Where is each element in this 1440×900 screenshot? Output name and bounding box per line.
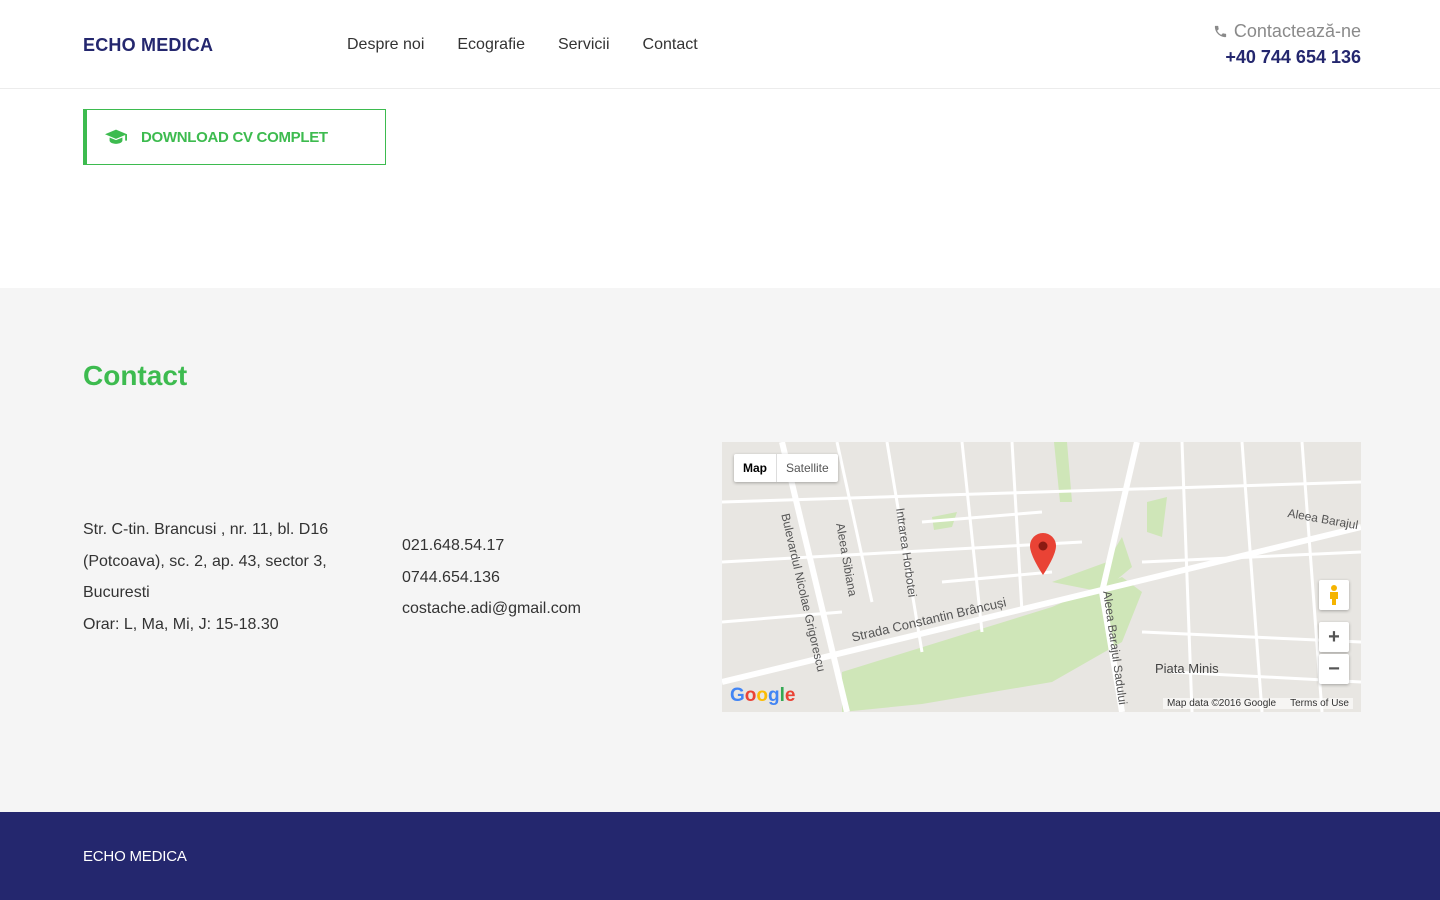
google-logo[interactable]: Google: [730, 685, 795, 707]
footer-logo[interactable]: ECHO MEDICA: [83, 848, 187, 865]
site-footer: ECHO MEDICA: [0, 812, 1440, 900]
terms-of-use-link[interactable]: Terms of Use: [1290, 698, 1349, 709]
zoom-in-button[interactable]: +: [1319, 622, 1349, 652]
download-cv-button[interactable]: DOWNLOAD CV COMPLET: [83, 109, 386, 165]
phone-landline[interactable]: 021.648.54.17: [402, 530, 581, 562]
contact-phones: 021.648.54.17 0744.654.136 costache.adi@…: [402, 530, 581, 625]
map-marker-icon: [1030, 533, 1056, 575]
address-line: Str. C-tin. Brancusi , nr. 11, bl. D16: [83, 521, 329, 538]
header-contact: Contactează-ne +40 744 654 136: [1213, 21, 1361, 68]
map-type-satellite[interactable]: Satellite: [776, 454, 838, 482]
phone-mobile[interactable]: 0744.654.136: [402, 562, 581, 594]
street-view-pegman-icon[interactable]: [1319, 580, 1349, 610]
address-line: Bucuresti: [83, 584, 150, 601]
google-map[interactable]: Map Satellite Bulevardul Nicolae Grigore…: [722, 442, 1361, 712]
header-phone[interactable]: +40 744 654 136: [1213, 47, 1361, 68]
map-type-map[interactable]: Map: [734, 454, 776, 482]
site-logo[interactable]: ECHO MEDICA: [83, 35, 213, 56]
schedule-line: Orar: L, Ma, Mi, J: 15-18.30: [83, 615, 279, 633]
main-nav: Despre noi Ecografie Servicii Contact: [347, 36, 731, 54]
map-data-credit: Map data ©2016 Google: [1166, 698, 1277, 709]
email-link[interactable]: costache.adi@gmail.com: [402, 593, 581, 625]
nav-despre-noi[interactable]: Despre noi: [347, 36, 424, 54]
contact-label: Contactează-ne: [1233, 21, 1361, 41]
place-label: Piata Minis: [1155, 661, 1219, 676]
map-type-control: Map Satellite: [734, 454, 838, 482]
zoom-out-button[interactable]: −: [1319, 654, 1349, 684]
phone-icon: [1214, 25, 1227, 38]
nav-servicii[interactable]: Servicii: [558, 36, 610, 54]
contact-title: Contact: [83, 360, 188, 391]
download-cv-label: DOWNLOAD CV COMPLET: [141, 128, 328, 146]
address-line: (Potcoava), sc. 2, ap. 43, sector 3,: [83, 552, 327, 570]
site-header: ECHO MEDICA Despre noi Ecografie Servici…: [0, 0, 1440, 89]
nav-ecografie[interactable]: Ecografie: [457, 36, 525, 54]
nav-contact[interactable]: Contact: [643, 36, 698, 54]
graduation-cap-icon: [105, 129, 127, 144]
contact-address: Str. C-tin. Brancusi , nr. 11, bl. D16 (…: [83, 514, 353, 640]
map-credits: Map data ©2016 Google Terms of Use: [1162, 698, 1353, 709]
contact-section: Contact Str. C-tin. Brancusi , nr. 11, b…: [0, 288, 1440, 812]
